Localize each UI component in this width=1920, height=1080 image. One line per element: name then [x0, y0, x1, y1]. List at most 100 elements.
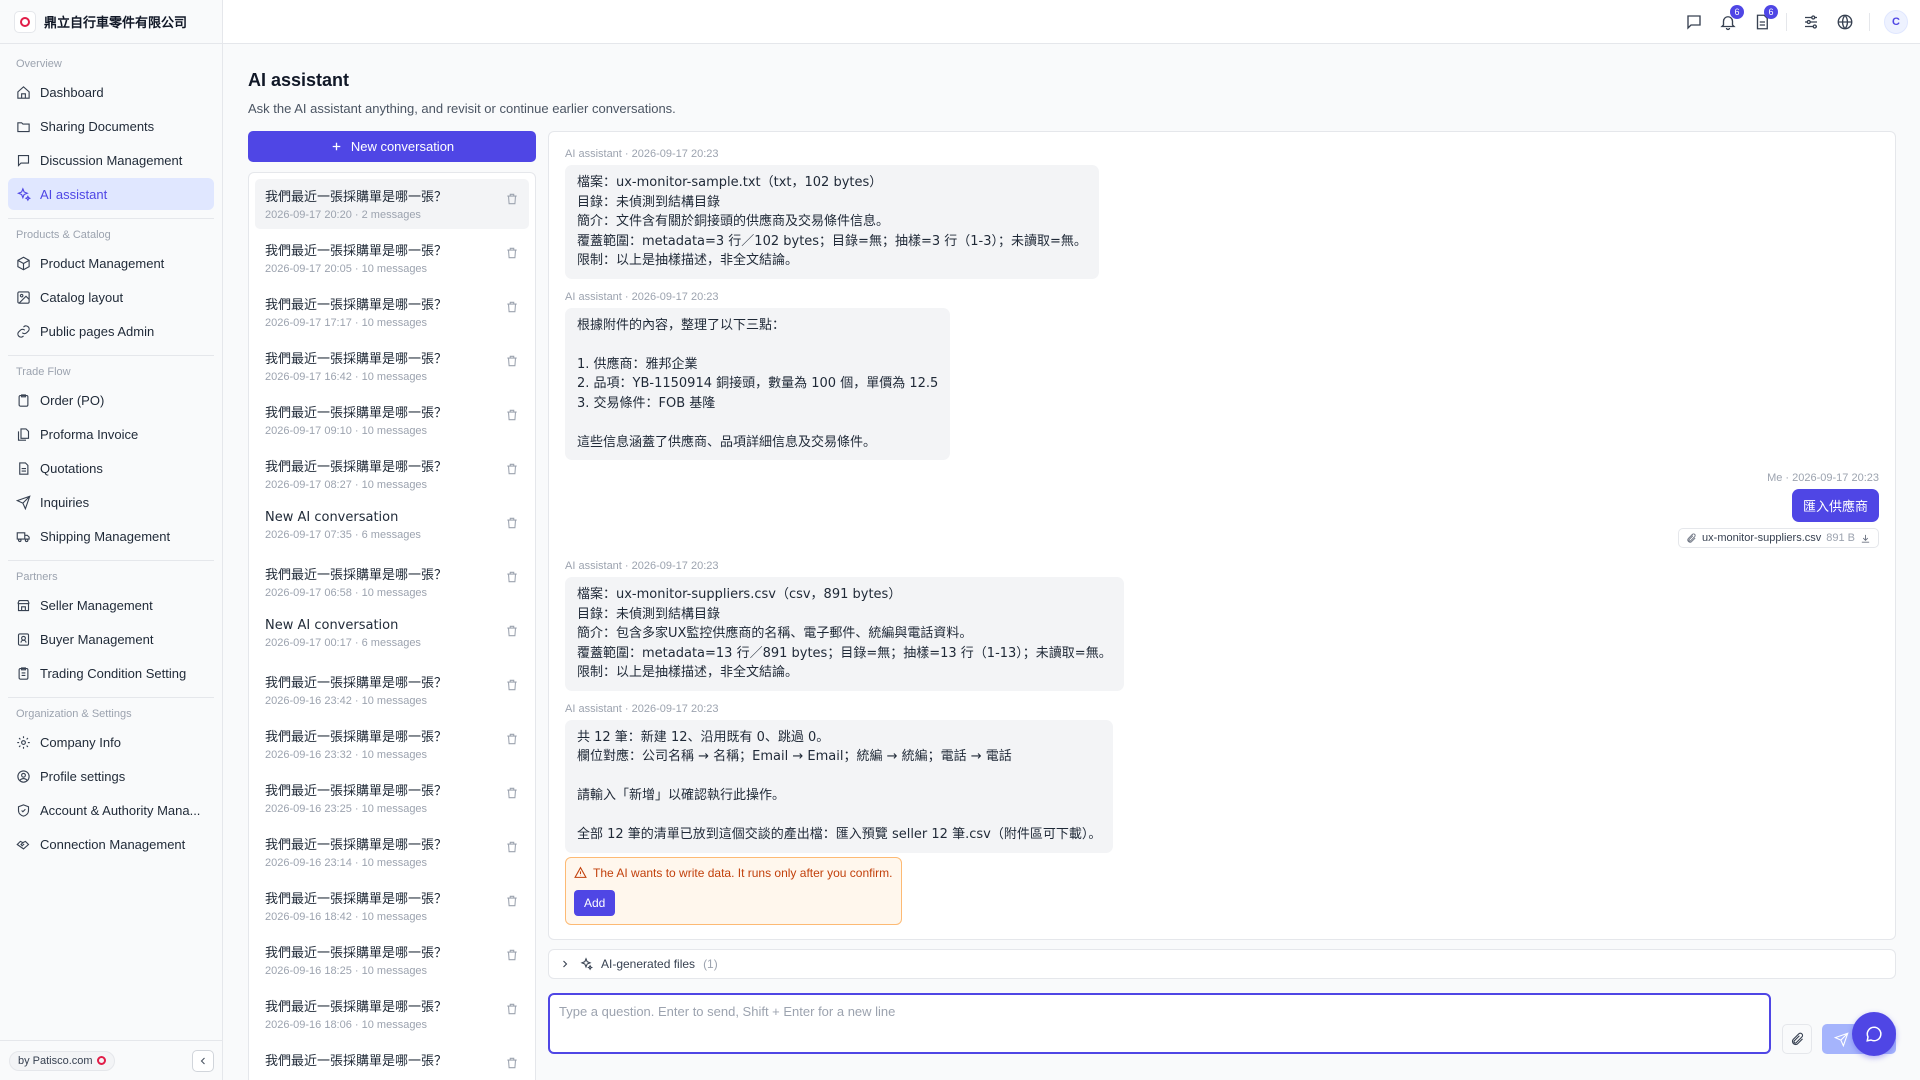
conversation-item[interactable]: 我們最近一張採購單是哪一張？ 2026-09-17 17:17 · 10 mess…	[255, 287, 529, 337]
sidebar-item-account-authority-mana[interactable]: Account & Authority Mana...	[8, 794, 214, 826]
sidebar-item-label: Quotations	[40, 460, 103, 476]
new-conversation-button[interactable]: New conversation	[248, 131, 536, 162]
trash-icon[interactable]	[505, 678, 519, 692]
confirmation-text: The AI wants to write data. It runs only…	[593, 865, 893, 880]
conversation-item[interactable]: 我們最近一張採購單是哪一張？	[255, 1043, 529, 1080]
filters-button[interactable]	[1801, 12, 1821, 32]
documents-button[interactable]: 6	[1752, 5, 1778, 32]
conversation-item[interactable]: 我們最近一張採購單是哪一張？ 2026-09-16 18:42 · 10 mess…	[255, 881, 529, 931]
conversation-item[interactable]: 我們最近一張採購單是哪一張？ 2026-09-17 08:27 · 10 mess…	[255, 449, 529, 499]
trash-icon[interactable]	[505, 1056, 519, 1070]
sidebar-item-sharing-documents[interactable]: Sharing Documents	[8, 110, 214, 142]
brand[interactable]: 鼎立自行車零件有限公司	[0, 0, 222, 44]
trash-icon[interactable]	[505, 732, 519, 746]
trash-icon[interactable]	[505, 300, 519, 314]
trash-icon[interactable]	[505, 840, 519, 854]
collapse-sidebar-button[interactable]	[192, 1049, 214, 1072]
sidebar-item-label: Connection Management	[40, 836, 186, 852]
sidebar-item-trading-condition-setting[interactable]: Trading Condition Setting	[8, 657, 214, 689]
sidebar-item-inquiries[interactable]: Inquiries	[8, 486, 214, 518]
conversation-item[interactable]: New AI conversation 2026-09-17 00:17 · 6 …	[255, 611, 529, 661]
paperclip-icon	[1687, 532, 1696, 543]
messages-button[interactable]	[1684, 12, 1704, 32]
user-avatar[interactable]: C	[1884, 10, 1908, 34]
conversation-item[interactable]: 我們最近一張採購單是哪一張？ 2026-09-17 20:20 · 2 messa…	[255, 179, 529, 229]
sidebar-footer: by Patisco.com	[0, 1040, 223, 1080]
page-title: AI assistant	[248, 70, 350, 90]
trash-icon[interactable]	[505, 570, 519, 584]
sidebar-item-proforma-invoice[interactable]: Proforma Invoice	[8, 418, 214, 450]
sidebar-item-shipping-management[interactable]: Shipping Management	[8, 520, 214, 552]
conversation-item[interactable]: 我們最近一張採購單是哪一張？ 2026-09-16 23:42 · 10 mess…	[255, 665, 529, 715]
conversation-meta: 2026-09-16 18:42 · 10 messages	[265, 911, 428, 923]
conversation-item[interactable]: 我們最近一張採購單是哪一張？ 2026-09-17 20:05 · 10 mess…	[255, 233, 529, 283]
message-square-icon	[17, 154, 30, 167]
trash-icon[interactable]	[505, 894, 519, 908]
conversation-item[interactable]: 我們最近一張採購單是哪一張？ 2026-09-16 23:25 · 10 mess…	[255, 773, 529, 823]
confirm-add-button[interactable]: Add	[574, 889, 616, 916]
clipboard-list-icon	[18, 666, 29, 680]
conversation-item[interactable]: 我們最近一張採購單是哪一張？ 2026-09-17 06:58 · 10 mess…	[255, 557, 529, 607]
attachment-chip[interactable]: ux-monitor-suppliers.csv 891 B	[1678, 528, 1879, 548]
sidebar-item-company-info[interactable]: Company Info	[8, 726, 214, 758]
sidebar-item-public-pages-admin[interactable]: Public pages Admin	[8, 315, 214, 347]
conversation-list[interactable]: 我們最近一張採購單是哪一張？ 2026-09-17 20:20 · 2 messa…	[248, 172, 536, 1080]
trash-icon[interactable]	[505, 1002, 519, 1016]
trash-icon[interactable]	[505, 786, 519, 800]
sidebar-item-seller-management[interactable]: Seller Management	[8, 589, 214, 621]
sidebar-item-order-po[interactable]: Order (PO)	[8, 384, 214, 416]
notifications-button[interactable]: 6	[1718, 5, 1744, 32]
sliders-icon	[1805, 15, 1817, 29]
message-bubble: 共 12 筆：新建 12、沿用既有 0、跳過 0。 欄位對應：公司名稱 → 名稱…	[565, 719, 1114, 853]
trash-icon[interactable]	[505, 516, 519, 530]
sidebar-item-product-management[interactable]: Product Management	[8, 247, 214, 279]
sparkles-icon	[16, 186, 31, 201]
trash-icon[interactable]	[505, 624, 519, 638]
conversation-title: 我們最近一張採購單是哪一張？	[265, 352, 448, 367]
sidebar-item-catalog-layout[interactable]: Catalog layout	[8, 281, 214, 313]
attach-file-button[interactable]	[1782, 1024, 1812, 1054]
conversation-item[interactable]: 我們最近一張採購單是哪一張？ 2026-09-16 23:14 · 10 mess…	[255, 827, 529, 877]
sidebar-item-dashboard[interactable]: Dashboard	[8, 76, 214, 108]
ai-generated-files-toggle[interactable]: AI-generated files (1)	[548, 949, 1896, 979]
sidebar: 鼎立自行車零件有限公司 Overview Dashboard Sharing Doc…	[0, 0, 223, 1080]
sidebar-item-discussion-management[interactable]: Discussion Management	[8, 144, 214, 176]
trash-icon[interactable]	[505, 408, 519, 422]
conversation-item[interactable]: New AI conversation 2026-09-17 07:35 · 6 …	[255, 503, 529, 553]
conversation-title: 我們最近一張採購單是哪一張？	[265, 1054, 448, 1069]
support-chat-button[interactable]	[1852, 1012, 1896, 1056]
trash-icon[interactable]	[505, 354, 519, 368]
sidebar-item-ai-assistant[interactable]: AI assistant	[8, 178, 214, 210]
conversation-item[interactable]: 我們最近一張採購單是哪一張？ 2026-09-16 18:25 · 10 mess…	[255, 935, 529, 985]
message-input[interactable]	[559, 1004, 1760, 1043]
sidebar-item-label: Shipping Management	[40, 528, 171, 544]
conversation-meta: 2026-09-17 00:17 · 6 messages	[265, 637, 421, 649]
top-bar: 6 6 C	[223, 0, 1920, 44]
conversation-meta: 2026-09-17 09:10 · 10 messages	[265, 425, 428, 437]
sidebar-item-connection-management[interactable]: Connection Management	[8, 828, 214, 860]
trash-icon[interactable]	[505, 246, 519, 260]
message-header: AI assistant · 2026-09-17 20:23	[565, 702, 719, 715]
message-bubble: 檔案：ux-monitor-suppliers.csv（csv，891 byte…	[565, 577, 1124, 691]
powered-by-badge[interactable]: by Patisco.com	[9, 1050, 115, 1071]
conversation-item[interactable]: 我們最近一張採購單是哪一張？ 2026-09-17 09:10 · 10 mess…	[255, 395, 529, 445]
send-icon	[16, 494, 31, 510]
ai-generated-files-count: (1)	[703, 957, 718, 971]
trash-icon[interactable]	[505, 192, 519, 206]
sidebar-item-quotations[interactable]: Quotations	[8, 452, 214, 484]
nav-divider	[8, 218, 214, 219]
download-icon[interactable]	[1860, 533, 1871, 544]
trash-icon[interactable]	[505, 948, 519, 962]
conversation-item[interactable]: 我們最近一張採購單是哪一張？ 2026-09-16 18:06 · 10 mess…	[255, 989, 529, 1039]
sidebar-item-label: Public pages Admin	[40, 323, 155, 339]
sidebar-item-profile-settings[interactable]: Profile settings	[8, 760, 214, 792]
conversation-item[interactable]: 我們最近一張採購單是哪一張？ 2026-09-16 23:32 · 10 mess…	[255, 719, 529, 769]
handshake-icon	[16, 840, 30, 850]
language-button[interactable]	[1835, 12, 1855, 32]
sidebar-item-buyer-management[interactable]: Buyer Management	[8, 623, 214, 655]
sidebar-item-label: Seller Management	[40, 597, 153, 613]
composer	[548, 993, 1771, 1054]
trash-icon[interactable]	[505, 462, 519, 476]
conversation-item[interactable]: 我們最近一張採購單是哪一張？ 2026-09-17 16:42 · 10 mess…	[255, 341, 529, 391]
chat-panel[interactable]: AI assistant · 2026-09-17 20:23 檔案：ux-mon…	[548, 131, 1896, 940]
